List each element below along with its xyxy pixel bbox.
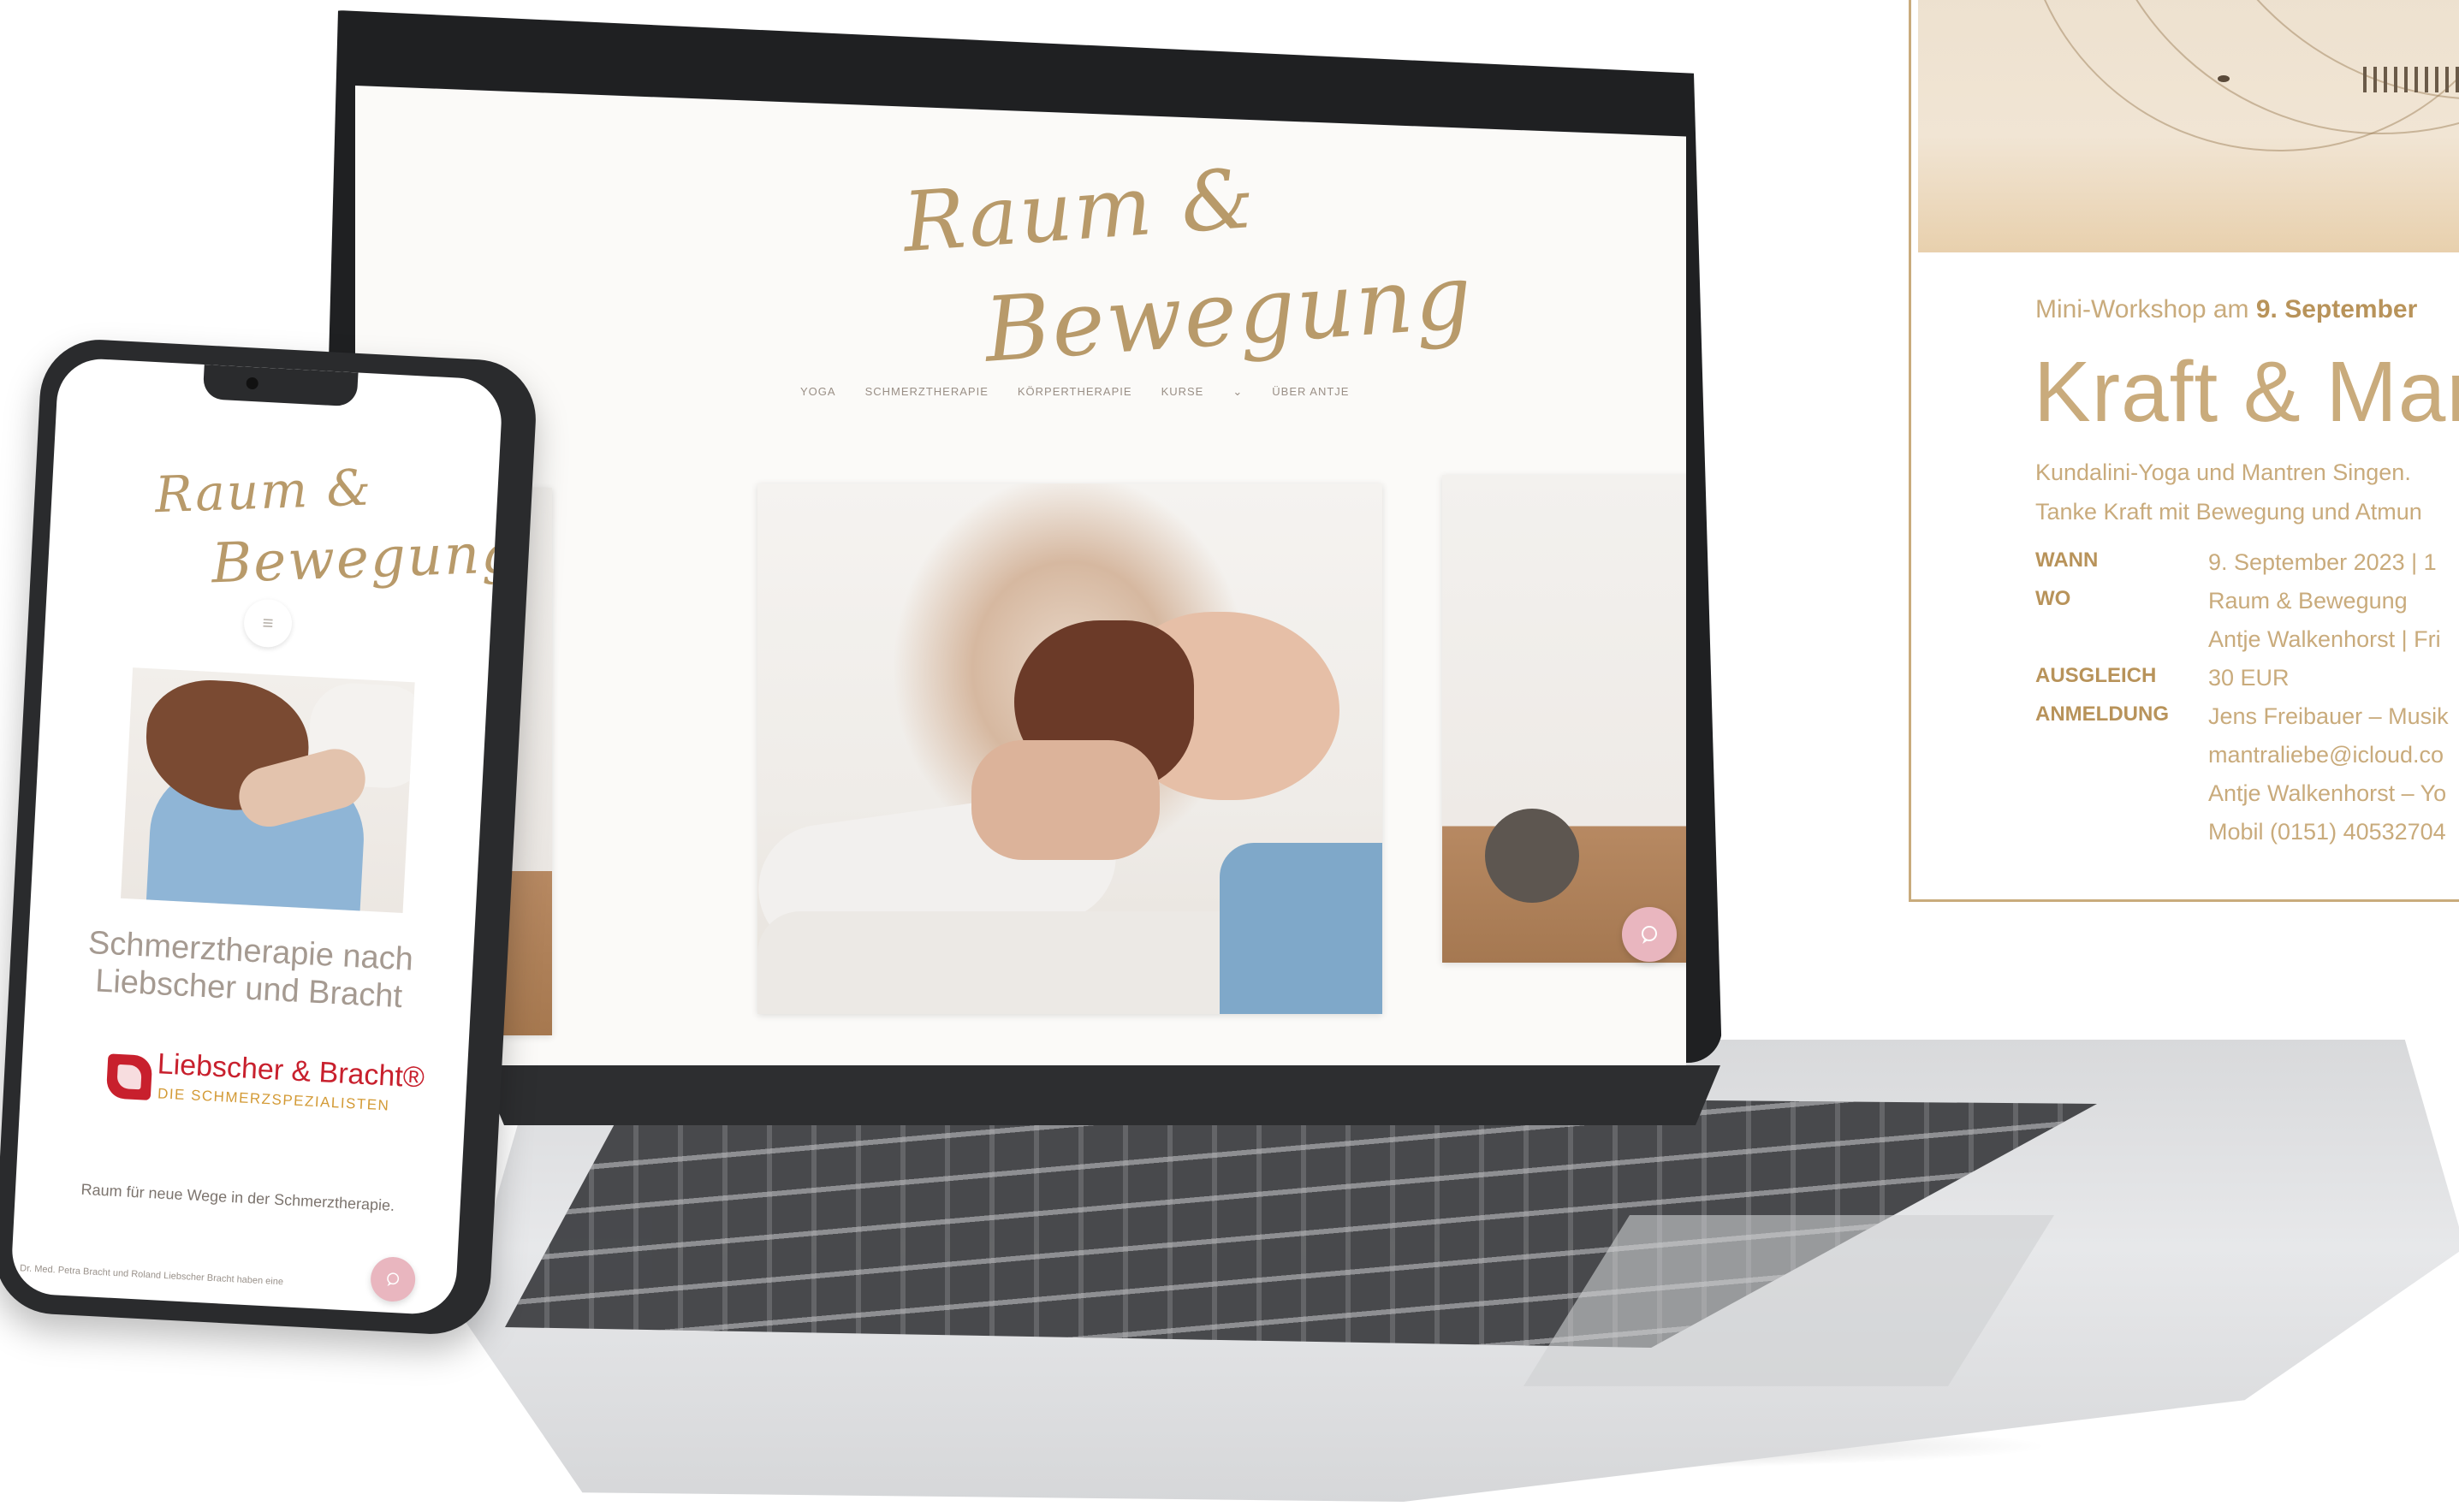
site-logo-line-1: Raum & xyxy=(900,150,1259,271)
site-logo-line-2: Bewegung xyxy=(981,244,1477,382)
workshop-description: Kundalini-Yoga und Mantren Singen. Tanke… xyxy=(2035,453,2422,531)
workshop-title: Kraft & Mant xyxy=(2034,344,2459,440)
detail-label: WANN xyxy=(2035,548,2099,572)
chat-bubble-icon[interactable] xyxy=(369,1255,417,1303)
phone-notch xyxy=(202,365,359,407)
image-pier xyxy=(2363,67,2459,92)
phone-logo-line-1: Raum & xyxy=(154,458,374,525)
laptop-screen-bezel-bottom xyxy=(479,1065,1720,1125)
image-shirt xyxy=(1220,843,1382,1014)
chat-icon xyxy=(387,1272,400,1287)
workshop-description-line-1: Kundalini-Yoga und Mantren Singen. xyxy=(2035,460,2411,485)
gallery-image-center[interactable] xyxy=(757,483,1382,1014)
chevron-down-icon[interactable]: ⌄ xyxy=(1232,385,1243,399)
workshop-eyebrow-prefix: Mini-Workshop am xyxy=(2035,295,2256,323)
detail-value: Raum & Bewegung xyxy=(2208,588,2408,614)
image-ball xyxy=(1485,809,1579,903)
chat-bubble-icon[interactable] xyxy=(1622,907,1677,962)
image-hand xyxy=(971,740,1160,860)
site-nav: YOGA SCHMERZTHERAPIE KÖRPERTHERAPIE KURS… xyxy=(800,385,1485,399)
phone-tagline: Raum für neue Wege in der Schmerztherapi… xyxy=(80,1180,395,1215)
phone-screen: Raum & Bewegung ≡ Schmerztherapie nach L… xyxy=(9,357,504,1316)
detail-value: Antje Walkenhorst – Yo xyxy=(2208,780,2447,806)
detail-label: WO xyxy=(2035,587,2071,610)
phone-link[interactable]: Mobil (0151) 40532704 xyxy=(2208,813,2446,851)
laptop-screen: Raum & Bewegung YOGA SCHMERZTHERAPIE KÖR… xyxy=(355,86,1686,1104)
detail-value: Antje Walkenhorst | Fri xyxy=(2208,626,2441,652)
workshop-card: Mini-Workshop am 9. September Kraft & Ma… xyxy=(1909,0,2459,902)
gallery-image-right[interactable] xyxy=(1442,475,1686,963)
brand-mark-icon xyxy=(105,1053,153,1100)
workshop-description-line-2: Tanke Kraft mit Bewegung und Atmun xyxy=(2035,499,2422,525)
detail-value: 9. September 2023 | 1 xyxy=(2208,549,2437,575)
workshop-eyebrow: Mini-Workshop am 9. September xyxy=(2035,295,2417,324)
nav-item-ueber-antje[interactable]: ÜBER ANTJE xyxy=(1272,385,1349,399)
detail-value: Jens Freibauer – Musik xyxy=(2208,703,2449,729)
phone-site-logo[interactable]: Raum & Bewegung xyxy=(149,456,503,625)
image-boat xyxy=(2218,75,2230,82)
nav-item-yoga[interactable]: YOGA xyxy=(800,385,836,399)
workshop-eyebrow-date: 9. September xyxy=(2255,295,2418,323)
detail-label: ANMELDUNG xyxy=(2035,703,2169,726)
detail-label: AUSGLEICH xyxy=(2035,664,2157,687)
nav-item-kurse[interactable]: KURSE xyxy=(1161,385,1204,399)
phone-hero-image xyxy=(120,667,415,914)
chat-icon xyxy=(1642,926,1657,944)
detail-value: 30 EUR xyxy=(2208,665,2290,691)
phone-logo-line-2: Bewegung xyxy=(210,521,504,596)
liebscher-bracht-logo[interactable]: Liebscher & Bracht® DIE SCHMERZSPEZIALIS… xyxy=(105,1045,425,1129)
workshop-photo xyxy=(1918,0,2459,252)
email-link[interactable]: mantraliebe@icloud.co xyxy=(2208,736,2444,774)
phone-heading: Schmerztherapie nach Liebscher und Brach… xyxy=(87,924,414,1016)
nav-item-schmerztherapie[interactable]: SCHMERZTHERAPIE xyxy=(865,385,989,399)
nav-item-koerpertherapie[interactable]: KÖRPERTHERAPIE xyxy=(1018,385,1132,399)
site-logo[interactable]: Raum & Bewegung xyxy=(900,151,1477,419)
